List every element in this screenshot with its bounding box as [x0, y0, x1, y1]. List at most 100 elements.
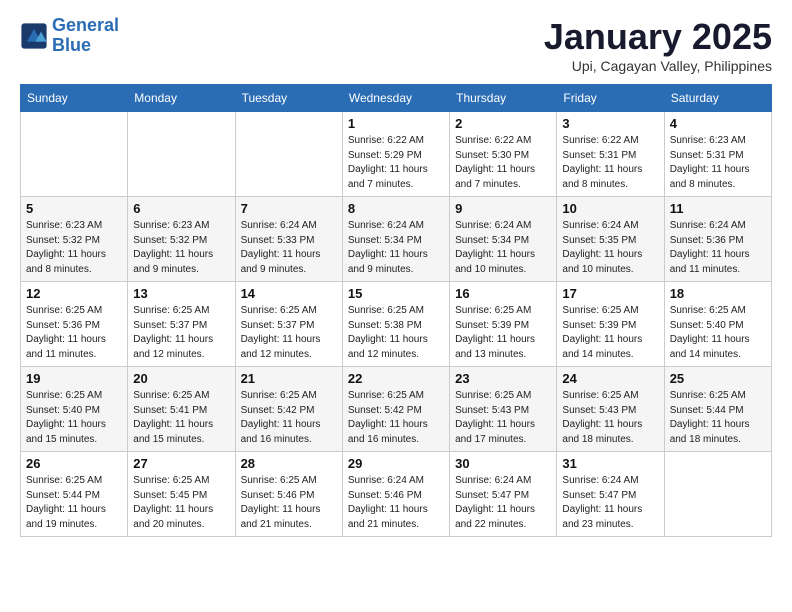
day-info: Sunrise: 6:25 AMSunset: 5:42 PMDaylight:… — [241, 389, 337, 447]
day-info: Sunrise: 6:25 AMSunset: 5:36 PMDaylight:… — [26, 304, 122, 362]
day-number: 14 — [241, 286, 337, 301]
day-number: 7 — [241, 201, 337, 216]
day-info: Sunrise: 6:25 AMSunset: 5:45 PMDaylight:… — [133, 474, 229, 532]
day-info: Sunrise: 6:25 AMSunset: 5:39 PMDaylight:… — [455, 304, 551, 362]
day-info: Sunrise: 6:25 AMSunset: 5:38 PMDaylight:… — [348, 304, 444, 362]
calendar-day-8: 8Sunrise: 6:24 AMSunset: 5:34 PMDaylight… — [342, 197, 449, 282]
calendar-day-16: 16 Sunrise: 6:25 AMSunset: 5:39 PMDayligh… — [450, 282, 557, 367]
calendar-day-empty — [128, 112, 235, 197]
calendar-day-3: 3 Sunrise: 6:22 AMSunset: 5:31 PMDaylight… — [557, 112, 664, 197]
weekday-header-friday: Friday — [557, 85, 664, 112]
day-number: 30 — [455, 456, 551, 471]
day-info: Sunrise: 6:24 AMSunset: 5:35 PMDaylight:… — [562, 219, 658, 277]
calendar-week-row: 5Sunrise: 6:23 AMSunset: 5:32 PMDaylight… — [21, 197, 772, 282]
day-info: Sunrise: 6:25 AMSunset: 5:40 PMDaylight:… — [670, 304, 766, 362]
location-subtitle: Upi, Cagayan Valley, Philippines — [544, 58, 772, 74]
logo-icon — [20, 22, 48, 50]
day-info: Sunrise: 6:22 AMSunset: 5:29 PMDaylight:… — [348, 134, 444, 192]
calendar-day-25: 25Sunrise: 6:25 AMSunset: 5:44 PMDayligh… — [664, 367, 771, 452]
day-number: 2 — [455, 116, 551, 131]
day-number: 1 — [348, 116, 444, 131]
day-info: Sunrise: 6:25 AMSunset: 5:42 PMDaylight:… — [348, 389, 444, 447]
day-number: 17 — [562, 286, 658, 301]
day-number: 6 — [133, 201, 229, 216]
day-number: 24 — [562, 371, 658, 386]
day-number: 3 — [562, 116, 658, 131]
day-number: 19 — [26, 371, 122, 386]
calendar-day-1: 1 Sunrise: 6:22 AMSunset: 5:29 PMDaylight… — [342, 112, 449, 197]
logo-line1: General — [52, 15, 119, 35]
month-title: January 2025 — [544, 16, 772, 58]
day-number: 15 — [348, 286, 444, 301]
calendar-day-30: 30 Sunrise: 6:24 AMSunset: 5:47 PMDayligh… — [450, 452, 557, 537]
day-number: 13 — [133, 286, 229, 301]
day-info: Sunrise: 6:24 AMSunset: 5:36 PMDaylight:… — [670, 219, 766, 277]
calendar-day-4: 4 Sunrise: 6:23 AMSunset: 5:31 PMDaylight… — [664, 112, 771, 197]
calendar-day-24: 24 Sunrise: 6:25 AMSunset: 5:43 PMDayligh… — [557, 367, 664, 452]
calendar-day-31: 31 Sunrise: 6:24 AMSunset: 5:47 PMDayligh… — [557, 452, 664, 537]
weekday-header-saturday: Saturday — [664, 85, 771, 112]
day-number: 27 — [133, 456, 229, 471]
day-number: 23 — [455, 371, 551, 386]
day-info: Sunrise: 6:25 AMSunset: 5:44 PMDaylight:… — [26, 474, 122, 532]
page-header: General Blue January 2025 Upi, Cagayan V… — [20, 16, 772, 74]
calendar-week-row: 12 Sunrise: 6:25 AMSunset: 5:36 PMDayligh… — [21, 282, 772, 367]
weekday-header-sunday: Sunday — [21, 85, 128, 112]
day-number: 29 — [348, 456, 444, 471]
calendar-day-28: 28Sunrise: 6:25 AMSunset: 5:46 PMDayligh… — [235, 452, 342, 537]
day-info: Sunrise: 6:24 AMSunset: 5:34 PMDaylight:… — [455, 219, 551, 277]
day-info: Sunrise: 6:25 AMSunset: 5:43 PMDaylight:… — [455, 389, 551, 447]
weekday-header-tuesday: Tuesday — [235, 85, 342, 112]
calendar-day-empty — [664, 452, 771, 537]
day-number: 26 — [26, 456, 122, 471]
logo-text: General Blue — [52, 16, 119, 56]
day-number: 9 — [455, 201, 551, 216]
weekday-header-monday: Monday — [128, 85, 235, 112]
calendar-day-6: 6 Sunrise: 6:23 AMSunset: 5:32 PMDaylight… — [128, 197, 235, 282]
calendar-day-27: 27 Sunrise: 6:25 AMSunset: 5:45 PMDayligh… — [128, 452, 235, 537]
weekday-header-wednesday: Wednesday — [342, 85, 449, 112]
calendar-day-7: 7 Sunrise: 6:24 AMSunset: 5:33 PMDaylight… — [235, 197, 342, 282]
day-number: 25 — [670, 371, 766, 386]
calendar-week-row: 1 Sunrise: 6:22 AMSunset: 5:29 PMDaylight… — [21, 112, 772, 197]
day-info: Sunrise: 6:23 AMSunset: 5:31 PMDaylight:… — [670, 134, 766, 192]
calendar-day-10: 10 Sunrise: 6:24 AMSunset: 5:35 PMDayligh… — [557, 197, 664, 282]
day-number: 22 — [348, 371, 444, 386]
calendar-day-empty — [235, 112, 342, 197]
day-number: 16 — [455, 286, 551, 301]
calendar-day-2: 2Sunrise: 6:22 AMSunset: 5:30 PMDaylight… — [450, 112, 557, 197]
calendar-day-17: 17Sunrise: 6:25 AMSunset: 5:39 PMDayligh… — [557, 282, 664, 367]
calendar-day-20: 20Sunrise: 6:25 AMSunset: 5:41 PMDayligh… — [128, 367, 235, 452]
day-number: 28 — [241, 456, 337, 471]
weekday-header-thursday: Thursday — [450, 85, 557, 112]
day-info: Sunrise: 6:25 AMSunset: 5:40 PMDaylight:… — [26, 389, 122, 447]
logo-line2: Blue — [52, 35, 91, 55]
day-number: 31 — [562, 456, 658, 471]
calendar-day-empty — [21, 112, 128, 197]
day-number: 10 — [562, 201, 658, 216]
calendar-day-21: 21Sunrise: 6:25 AMSunset: 5:42 PMDayligh… — [235, 367, 342, 452]
logo: General Blue — [20, 16, 119, 56]
calendar-day-9: 9 Sunrise: 6:24 AMSunset: 5:34 PMDaylight… — [450, 197, 557, 282]
calendar-day-5: 5Sunrise: 6:23 AMSunset: 5:32 PMDaylight… — [21, 197, 128, 282]
day-number: 8 — [348, 201, 444, 216]
calendar-day-12: 12 Sunrise: 6:25 AMSunset: 5:36 PMDayligh… — [21, 282, 128, 367]
calendar-week-row: 19 Sunrise: 6:25 AMSunset: 5:40 PMDayligh… — [21, 367, 772, 452]
day-info: Sunrise: 6:22 AMSunset: 5:31 PMDaylight:… — [562, 134, 658, 192]
title-block: January 2025 Upi, Cagayan Valley, Philip… — [544, 16, 772, 74]
day-number: 12 — [26, 286, 122, 301]
day-number: 18 — [670, 286, 766, 301]
calendar-table: SundayMondayTuesdayWednesdayThursdayFrid… — [20, 84, 772, 537]
day-number: 4 — [670, 116, 766, 131]
day-info: Sunrise: 6:25 AMSunset: 5:37 PMDaylight:… — [133, 304, 229, 362]
calendar-day-22: 22 Sunrise: 6:25 AMSunset: 5:42 PMDayligh… — [342, 367, 449, 452]
day-info: Sunrise: 6:23 AMSunset: 5:32 PMDaylight:… — [26, 219, 122, 277]
calendar-day-18: 18 Sunrise: 6:25 AMSunset: 5:40 PMDayligh… — [664, 282, 771, 367]
day-info: Sunrise: 6:25 AMSunset: 5:43 PMDaylight:… — [562, 389, 658, 447]
calendar-day-23: 23 Sunrise: 6:25 AMSunset: 5:43 PMDayligh… — [450, 367, 557, 452]
day-info: Sunrise: 6:24 AMSunset: 5:47 PMDaylight:… — [455, 474, 551, 532]
calendar-day-11: 11Sunrise: 6:24 AMSunset: 5:36 PMDayligh… — [664, 197, 771, 282]
day-info: Sunrise: 6:24 AMSunset: 5:33 PMDaylight:… — [241, 219, 337, 277]
day-info: Sunrise: 6:23 AMSunset: 5:32 PMDaylight:… — [133, 219, 229, 277]
day-info: Sunrise: 6:24 AMSunset: 5:47 PMDaylight:… — [562, 474, 658, 532]
